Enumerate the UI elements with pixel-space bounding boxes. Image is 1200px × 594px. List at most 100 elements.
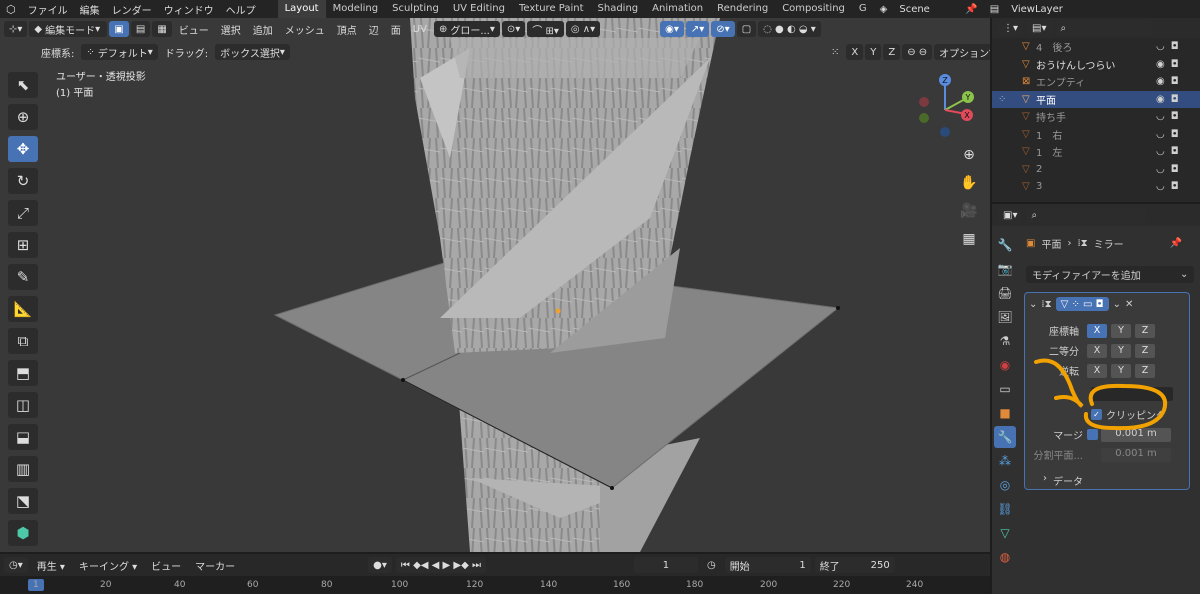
outliner-row-selected[interactable]: ⁘ ▽ 平面 ◉ ◘ — [992, 90, 1200, 108]
move-tool-icon[interactable]: ✥ — [8, 136, 38, 162]
blender-logo-icon[interactable]: ⬡ — [0, 3, 22, 16]
view-layer-name[interactable]: ViewLayer — [1005, 4, 1069, 15]
camera-icon[interactable]: 🎥 — [956, 200, 982, 222]
viewport-menu-edge[interactable]: 辺 — [364, 22, 384, 37]
eye-icon[interactable]: ◉ — [1156, 94, 1165, 105]
viewport-menu-select[interactable]: 選択 — [216, 22, 246, 37]
bevel-tool-icon[interactable]: ⬓ — [8, 424, 38, 450]
render-icon[interactable]: ◘ — [1171, 111, 1179, 122]
view-layer-tab-icon[interactable]: 🖼 — [994, 306, 1016, 328]
tab-sculpting[interactable]: Sculpting — [385, 0, 446, 18]
world-tab-icon[interactable]: ◉ — [994, 354, 1016, 376]
menu-render[interactable]: レンダー — [106, 2, 158, 17]
tab-layout[interactable]: Layout — [277, 0, 326, 18]
tab-texture-paint[interactable]: Texture Paint — [512, 0, 591, 18]
eye-icon[interactable]: ◡ — [1156, 41, 1165, 52]
current-frame-field[interactable]: 1 — [633, 557, 698, 573]
scene-tab-icon[interactable]: ⚗ — [994, 330, 1016, 352]
annotate-tool-icon[interactable]: ✎ — [8, 264, 38, 290]
visibility-icon[interactable]: ◉▾ — [660, 21, 684, 37]
menu-playback[interactable]: 再生 ▾ — [32, 558, 70, 573]
eye-icon[interactable]: ◡ — [1156, 164, 1165, 175]
xray-icon[interactable]: ▢ — [736, 21, 757, 37]
add-cube-tool-icon[interactable]: ⧉ — [8, 328, 38, 354]
render-icon[interactable]: ◘ — [1171, 76, 1179, 87]
menu-edit[interactable]: 編集 — [74, 2, 106, 17]
display-mode-icon[interactable]: ▤▾ — [1027, 20, 1052, 36]
data-tab-icon[interactable]: ▽ — [994, 522, 1016, 544]
tab-more[interactable]: G — [852, 0, 874, 18]
add-modifier-dropdown[interactable]: モディファイアーを追加 ⌄ — [1026, 266, 1194, 283]
tab-shading[interactable]: Shading — [591, 0, 646, 18]
output-tab-icon[interactable]: 🖨 — [994, 282, 1016, 304]
clock-icon[interactable]: ◷ — [702, 560, 721, 571]
axis-x-toggle[interactable]: X — [1087, 323, 1107, 338]
outliner-search-input[interactable]: ⌕ — [1055, 20, 1152, 36]
tab-uv-editing[interactable]: UV Editing — [446, 0, 512, 18]
viewport-scene[interactable] — [0, 18, 990, 552]
menu-marker[interactable]: マーカー — [190, 558, 240, 573]
render-icon[interactable]: ◘ — [1171, 129, 1179, 140]
options-button[interactable]: オプション ▾ — [934, 44, 990, 60]
transform-tool-icon[interactable]: ⊞ — [8, 232, 38, 258]
view-layer-icon[interactable]: ▤ — [984, 4, 1005, 15]
eye-icon[interactable]: ◉ — [1156, 59, 1165, 70]
mode-select[interactable]: ◆ 編集モード ▾ — [29, 21, 108, 37]
properties-search-input[interactable]: ⌕ — [1026, 207, 1147, 223]
extrude-tool-icon[interactable]: ⬒ — [8, 360, 38, 386]
menu-help[interactable]: ヘルプ — [220, 2, 262, 17]
edge-select-button[interactable]: ▤ — [130, 21, 151, 37]
render-icon[interactable]: ◘ — [1171, 41, 1179, 52]
viewport-menu-view[interactable]: ビュー — [174, 22, 214, 37]
axis-z-toggle[interactable]: Z — [883, 44, 901, 60]
pin-icon[interactable]: 📌 — [1170, 238, 1182, 249]
tab-modeling[interactable]: Modeling — [326, 0, 386, 18]
transform-orientation-select[interactable]: ⊕ グロー... ▾ — [433, 21, 500, 37]
menu-keying[interactable]: キーイング ▾ — [74, 558, 142, 573]
render-icon[interactable]: ◘ — [1171, 181, 1179, 192]
render-icon[interactable]: ◘ — [1171, 59, 1179, 70]
scene-icon[interactable]: ◈ — [874, 4, 894, 15]
axis-snap-icon[interactable]: ⁙ — [826, 47, 844, 58]
eye-icon[interactable]: ◡ — [1156, 181, 1165, 192]
eye-icon[interactable]: ◡ — [1156, 129, 1165, 140]
axis-y-toggle[interactable]: Y — [865, 44, 882, 60]
overlay-icon[interactable]: ⊘▾ — [711, 21, 735, 37]
outliner-row[interactable]: ▽ 4 後ろ ◡ ◘ — [992, 38, 1200, 56]
outliner-row[interactable]: ▽ おうけんしつらい ◉ ◘ — [992, 56, 1200, 74]
particles-tab-icon[interactable]: ⁂ — [994, 450, 1016, 472]
render-icon[interactable]: ◘ — [1171, 94, 1179, 105]
cursor-tool-icon[interactable]: ⊕ — [8, 104, 38, 130]
render-icon[interactable]: ◘ — [1171, 164, 1179, 175]
timeline-editor-icon[interactable]: ◷▾ — [4, 557, 28, 573]
viewport-menu-face[interactable]: 面 — [386, 22, 406, 37]
vertex-select-button[interactable]: ▣ — [109, 21, 129, 37]
playback-controls[interactable]: ⏮ ◆◀ ◀ ▶ ▶◆ ⏭ — [395, 557, 486, 573]
material-tab-icon[interactable]: ◍ — [994, 546, 1016, 568]
outliner-editor-icon[interactable]: ⋮▾ — [998, 20, 1024, 36]
axis-x-toggle[interactable]: X — [846, 44, 864, 60]
select-box-tool-icon[interactable]: ⬉ — [8, 72, 38, 98]
3d-viewport[interactable]: ⊹▾ ◆ 編集モード ▾ ▣ ▤ ▦ ビュー 選択 追加 メッシュ 頂点 辺 面… — [0, 18, 990, 552]
collapse-icon[interactable]: ⌄ — [1029, 299, 1037, 310]
pan-hand-icon[interactable]: ✋ — [956, 172, 982, 194]
menu-window[interactable]: ウィンドウ — [158, 2, 220, 17]
menu-view[interactable]: ビュー — [146, 558, 186, 573]
tab-compositing[interactable]: Compositing — [775, 0, 852, 18]
menu-file[interactable]: ファイル — [22, 2, 74, 17]
eye-icon[interactable]: ◡ — [1156, 111, 1165, 122]
rotate-tool-icon[interactable]: ↻ — [8, 168, 38, 194]
constraints-tab-icon[interactable]: ⛓ — [994, 498, 1016, 520]
tab-rendering[interactable]: Rendering — [710, 0, 775, 18]
outliner-row[interactable]: ▽ 1 右 ◡ ◘ — [992, 126, 1200, 144]
knife-tool-icon[interactable]: ⬔ — [8, 488, 38, 514]
axis-z-toggle[interactable]: Z — [1135, 323, 1155, 338]
outliner-row[interactable]: ⊠ エンプティ ◉ ◘ — [992, 73, 1200, 91]
shading-modes[interactable]: ◌ ● ◐ ◒ ▾ — [758, 21, 821, 37]
measure-tool-icon[interactable]: 📐 — [8, 296, 38, 322]
render-icon[interactable]: ◘ — [1171, 146, 1179, 157]
snap-icon[interactable]: ⌒ ⊞▾ — [527, 21, 564, 37]
face-select-button[interactable]: ▦ — [152, 21, 172, 37]
loop-cut-tool-icon[interactable]: ▥ — [8, 456, 38, 482]
outliner-row[interactable]: ▽ 3 ◡ ◘ — [992, 178, 1200, 196]
